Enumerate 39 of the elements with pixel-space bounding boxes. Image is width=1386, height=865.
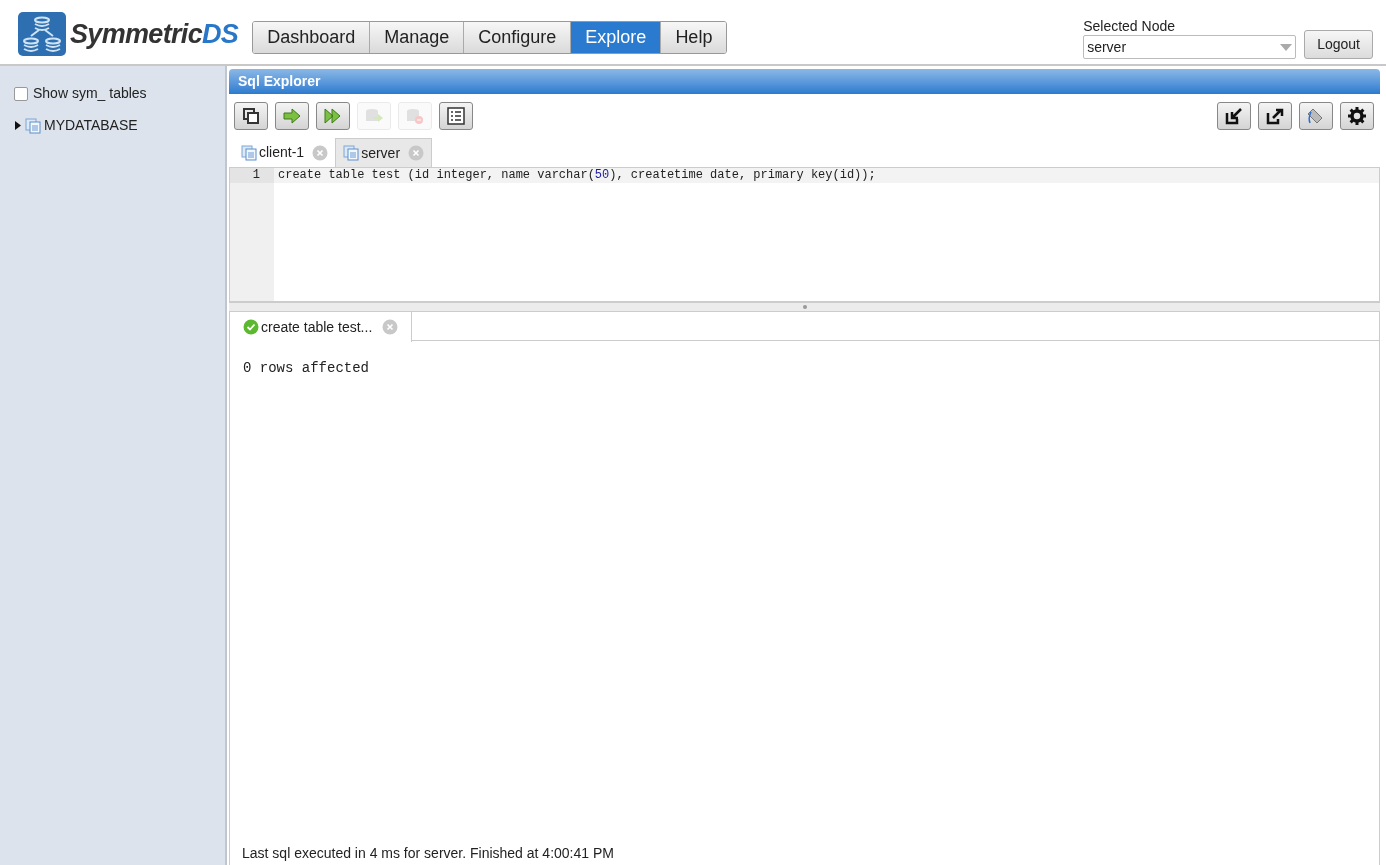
logout-button[interactable]: Logout bbox=[1304, 30, 1373, 59]
double-arrow-icon bbox=[323, 106, 343, 126]
nav-tab[interactable]: Manage bbox=[369, 22, 464, 53]
editor-tab[interactable]: server bbox=[335, 138, 433, 167]
nav-tab[interactable]: Explore bbox=[570, 22, 661, 53]
database-minus-icon bbox=[405, 106, 425, 126]
table-icon bbox=[343, 145, 360, 161]
logo-icon bbox=[17, 11, 67, 57]
checkbox-label[interactable]: Show sym_ tables bbox=[33, 83, 147, 104]
toolbar-button[interactable] bbox=[234, 102, 268, 130]
list-icon bbox=[446, 106, 466, 126]
arrow-right-icon bbox=[282, 106, 302, 126]
sql-editor[interactable]: 1 create table test (id integer, name varchar(50), createtime date, primary key(id)); bbox=[229, 167, 1380, 302]
toolbar-button[interactable] bbox=[439, 102, 473, 130]
panel-title-bar: Sql Explorer bbox=[229, 69, 1380, 94]
selected-node-label: Selected Node bbox=[1083, 17, 1176, 35]
result-output: 0 rows affected bbox=[242, 359, 371, 378]
caret-icon bbox=[1280, 43, 1293, 51]
caret-right-icon[interactable] bbox=[14, 121, 22, 130]
line-number: 1 bbox=[230, 168, 274, 183]
import-icon bbox=[1224, 106, 1244, 126]
export-icon bbox=[1265, 106, 1285, 126]
logo-text: SymmetricDS bbox=[70, 17, 239, 51]
toolbar-button[interactable] bbox=[1217, 102, 1251, 130]
table-icon bbox=[25, 117, 41, 134]
window-stack-icon bbox=[241, 106, 261, 126]
checkbox[interactable] bbox=[14, 86, 28, 101]
settings-icon bbox=[1347, 106, 1367, 126]
toolbar-button[interactable] bbox=[1258, 102, 1292, 130]
tree-item[interactable]: MYDATABASE bbox=[44, 115, 138, 136]
nav-tab[interactable]: Dashboard bbox=[253, 22, 370, 53]
status-text: Last sql executed in 4 ms for server. Finished at 4:00:41 PM bbox=[241, 844, 615, 863]
nav-tab[interactable]: Configure bbox=[463, 22, 571, 53]
table-icon bbox=[241, 144, 257, 161]
toolbar-button[interactable] bbox=[1340, 102, 1374, 130]
editor-tab[interactable]: client-1 bbox=[234, 138, 336, 167]
nav-tab[interactable]: Help bbox=[660, 22, 727, 53]
node-dropdown[interactable]: server bbox=[1083, 35, 1297, 59]
result-tab[interactable]: create table test... bbox=[230, 312, 413, 342]
